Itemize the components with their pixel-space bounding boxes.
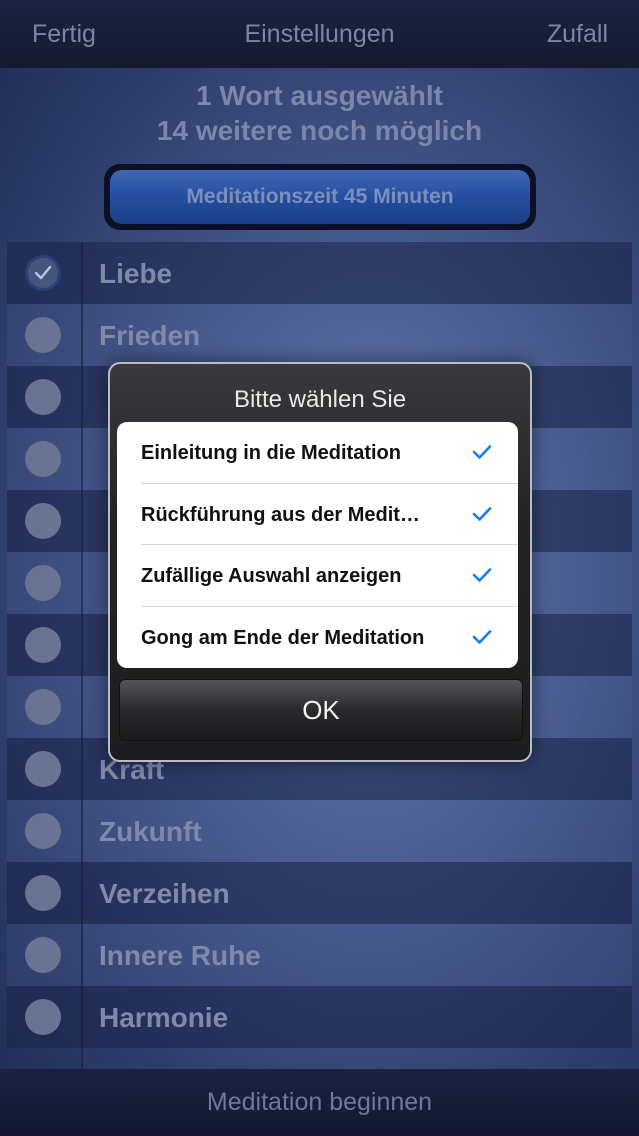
ok-button[interactable]: OK: [119, 679, 523, 741]
word-label: Liebe: [99, 258, 173, 289]
selected-count-text: 1 Wort ausgewählt: [196, 80, 443, 111]
option-gong[interactable]: Gong am Ende der Meditation: [117, 607, 518, 669]
word-row[interactable]: Verzeihen: [7, 862, 632, 924]
word-row[interactable]: Liebe: [7, 242, 632, 304]
list-divider: [81, 242, 83, 1070]
word-row[interactable]: Frieden: [7, 304, 632, 366]
empty-circle-icon: [25, 441, 61, 477]
word-label: Frieden: [99, 320, 201, 351]
word-label: Verzeihen: [99, 878, 230, 909]
word-row[interactable]: Harmonie: [7, 986, 632, 1048]
start-meditation-button[interactable]: Meditation beginnen: [0, 1069, 639, 1136]
option-intro[interactable]: Einleitung in die Meditation: [117, 422, 518, 484]
empty-circle-icon: [25, 813, 61, 849]
dialog-title: Bitte wählen Sie: [233, 386, 407, 413]
word-row[interactable]: Innere Ruhe: [7, 924, 632, 986]
empty-circle-icon: [25, 317, 61, 353]
page-title: Einstellungen: [244, 20, 395, 48]
option-label: Gong am Ende der Meditation: [141, 626, 425, 649]
empty-circle-icon: [25, 565, 61, 601]
checkmark-circle-icon: [25, 255, 61, 291]
empty-circle-icon: [25, 937, 61, 973]
checkmark-icon: [472, 568, 492, 582]
checkmark-icon: [472, 629, 492, 644]
meditation-time-button[interactable]: Meditationszeit 45 Minuten: [104, 164, 536, 230]
options-list: Einleitung in die Meditation Rückführung…: [117, 422, 518, 668]
option-label: Einleitung in die Meditation: [141, 442, 401, 464]
option-return[interactable]: Rückführung aus der Medit…: [117, 484, 518, 546]
word-label: Harmonie: [99, 1002, 229, 1033]
empty-circle-icon: [25, 627, 61, 663]
word-row[interactable]: Zukunft: [7, 800, 632, 862]
random-button[interactable]: Zufall: [547, 20, 608, 49]
empty-circle-icon: [25, 689, 61, 725]
word-label: Innere Ruhe: [99, 940, 261, 971]
options-dialog: Bitte wählen Sie Einleitung in die Medit…: [108, 362, 532, 762]
nav-bar: Fertig Einstellungen Zufall: [0, 0, 639, 68]
checkmark-icon: [472, 445, 492, 459]
checkmark-icon: [472, 506, 492, 521]
empty-circle-icon: [25, 503, 61, 539]
empty-circle-icon: [25, 999, 61, 1035]
empty-circle-icon: [25, 875, 61, 911]
remaining-count-text: 14 weitere noch möglich: [156, 115, 483, 146]
option-label: Rückführung aus der Medit…: [141, 503, 420, 526]
word-label: Zukunft: [99, 816, 202, 847]
empty-circle-icon: [25, 379, 61, 415]
meditation-time-label: Meditationszeit 45 Minuten: [110, 170, 530, 224]
empty-circle-icon: [25, 751, 61, 787]
option-random[interactable]: Zufällige Auswahl anzeigen: [117, 545, 518, 607]
option-label: Zufällige Auswahl anzeigen: [141, 565, 402, 587]
